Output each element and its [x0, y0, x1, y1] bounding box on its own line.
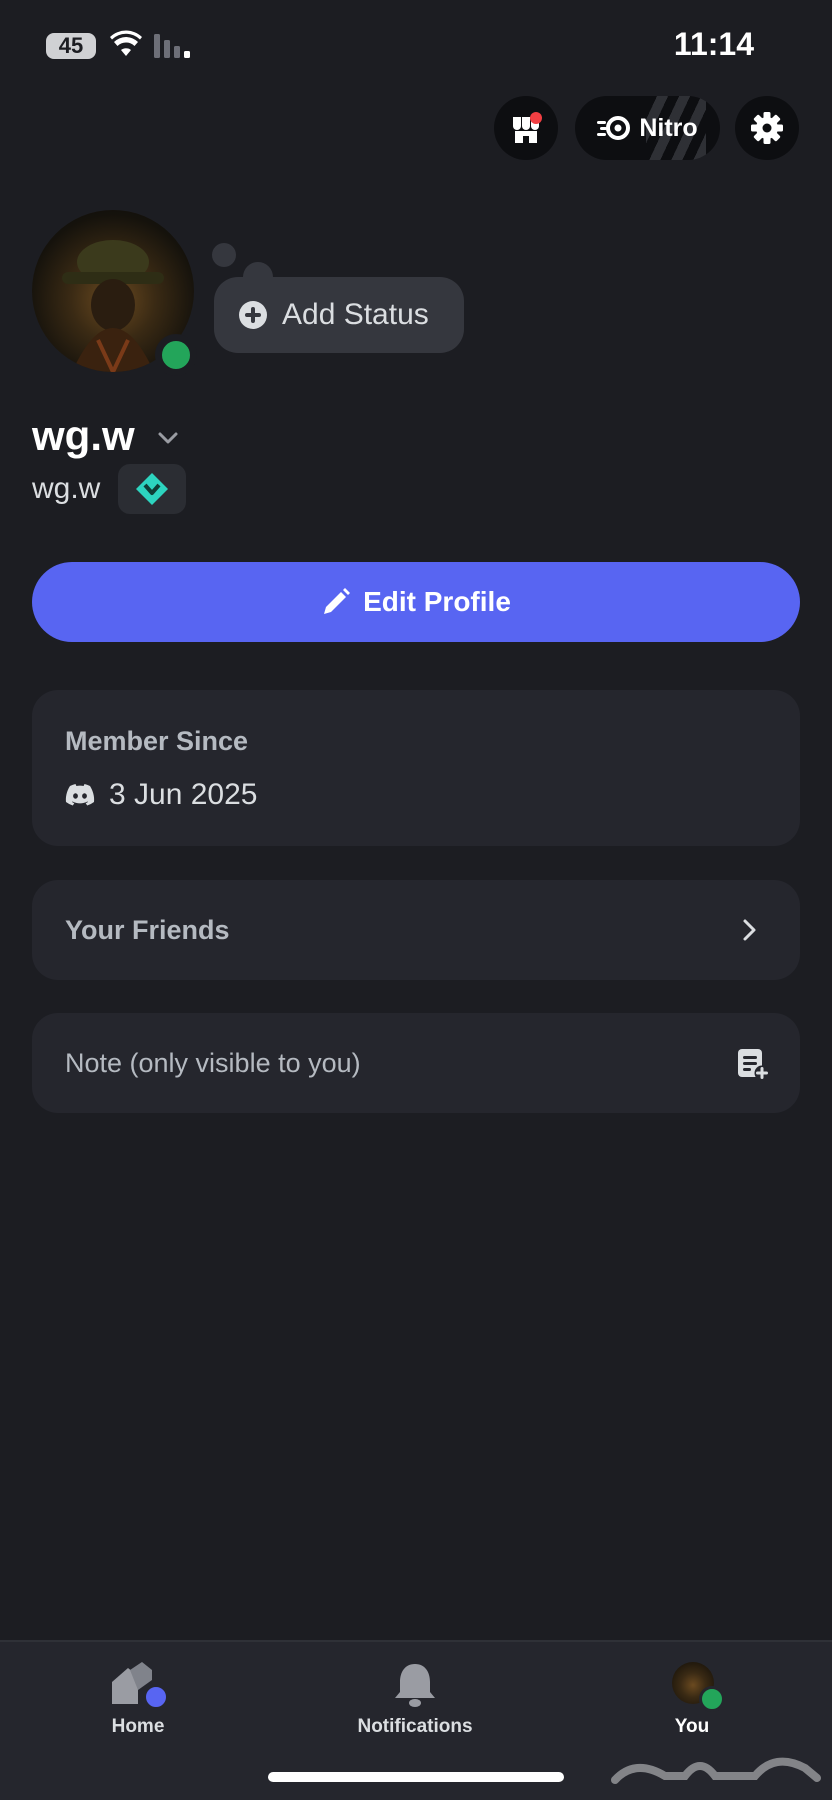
tab-you-label: You: [674, 1716, 710, 1737]
nitro-icon: [597, 116, 631, 140]
bell-icon: [395, 1664, 435, 1707]
tab-home[interactable]: Home: [58, 1660, 218, 1738]
add-status-button[interactable]: Add Status: [214, 277, 464, 353]
home-indicator[interactable]: [268, 1772, 564, 1782]
gear-icon: [751, 112, 783, 144]
status-bar: 45 11:14: [0, 0, 832, 92]
diamond-badge-icon: [136, 473, 168, 505]
shop-icon: [513, 112, 542, 143]
edit-profile-label: Edit Profile: [363, 586, 511, 617]
battery-indicator: 45: [46, 33, 96, 59]
nitro-label: Nitro: [639, 113, 698, 142]
member-since-row: 3 Jun 2025: [65, 778, 257, 812]
note-row[interactable]: Note (only visible to you): [32, 1013, 800, 1113]
chevron-right-icon: [743, 919, 756, 941]
unread-dot: [143, 1684, 169, 1710]
tab-notifications[interactable]: Notifications: [335, 1660, 495, 1738]
nitro-button[interactable]: Nitro: [575, 96, 720, 160]
shop-button[interactable]: [494, 96, 558, 160]
online-status-dot: [155, 334, 197, 376]
watermark-logo: [611, 1757, 821, 1784]
your-friends-row[interactable]: Your Friends: [32, 880, 800, 980]
notifications-tab-icon: [385, 1660, 445, 1708]
tab-notifications-label: Notifications: [357, 1716, 473, 1737]
chevron-down-icon[interactable]: [154, 424, 182, 452]
clock: 11:14: [673, 26, 754, 62]
pencil-icon: [324, 588, 351, 614]
discord-logo-icon: [65, 784, 95, 806]
settings-button[interactable]: [735, 96, 799, 160]
plus-circle-icon: [239, 301, 267, 329]
note-label: Note (only visible to you): [65, 1048, 361, 1078]
online-status-dot: [699, 1686, 725, 1712]
add-status-label: Add Status: [282, 298, 429, 331]
username: wg.w: [32, 472, 101, 505]
edit-profile-button[interactable]: Edit Profile: [32, 562, 800, 642]
your-friends-label: Your Friends: [65, 915, 230, 945]
home-tab-icon: [108, 1660, 169, 1710]
cellular-signal-icon: [154, 34, 190, 58]
tab-home-label: Home: [111, 1716, 165, 1737]
add-note-icon: [738, 1049, 770, 1081]
tab-you[interactable]: You: [612, 1660, 772, 1738]
profile-badge[interactable]: [118, 464, 186, 514]
wifi-icon: [110, 30, 142, 56]
member-since-date: 3 Jun 2025: [109, 778, 258, 811]
display-name[interactable]: wg.w: [32, 412, 135, 460]
member-since-card: Member Since 3 Jun 2025: [32, 690, 800, 846]
you-tab-icon: [662, 1660, 725, 1712]
member-since-title: Member Since: [65, 726, 249, 756]
status-bubble-dot: [212, 243, 236, 267]
